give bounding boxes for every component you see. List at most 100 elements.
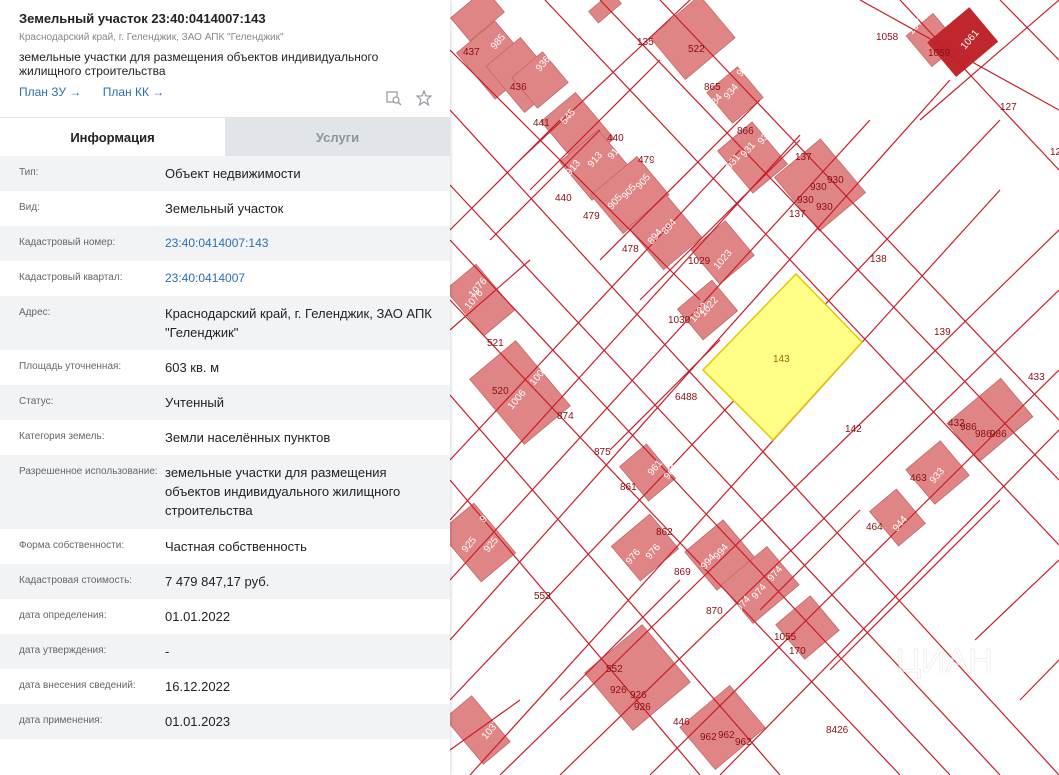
info-panel: Земельный участок 23:40:0414007:143 Крас… — [0, 0, 450, 775]
row-value: Учтенный — [165, 395, 225, 410]
parcel-label: 930 — [816, 202, 833, 213]
parcel-label: 520 — [492, 386, 509, 397]
parcel-label: 479 — [583, 211, 600, 222]
parcel-label: 926 — [634, 702, 651, 713]
tab-bar: Информация Услуги — [0, 117, 450, 156]
parcel-label: 1059 — [928, 48, 951, 59]
row-value: 16.12.2022 — [165, 679, 231, 694]
row-value-link[interactable]: 23:40:0414007:143 — [165, 234, 438, 261]
parcel-label: 861 — [620, 482, 637, 493]
parcel-label: 962 — [718, 730, 735, 741]
info-row: Форма собственности: Частная собственност… — [0, 529, 450, 564]
plan-zu-link[interactable]: План ЗУ → — [19, 85, 81, 99]
row-label: дата утверждения: — [19, 645, 107, 656]
parcel-label: 875 — [594, 447, 611, 458]
row-label: Вид: — [19, 202, 40, 213]
star-icon[interactable] — [415, 89, 433, 107]
parcel-label: 1030 — [668, 315, 691, 326]
row-label: дата применения: — [19, 715, 103, 726]
watermark: ЦИАН — [896, 642, 993, 680]
parcel-label: 6488 — [675, 392, 698, 403]
row-value: Частная собственность — [165, 539, 307, 554]
parcel-label: 137 — [789, 209, 806, 220]
row-value: 01.01.2023 — [165, 714, 231, 729]
info-row: Разрешенное использование: земельные учас… — [0, 455, 450, 529]
parcel-label: 1029 — [688, 256, 711, 267]
parcel-label: 869 — [674, 567, 691, 578]
row-value: 603 кв. м — [165, 360, 220, 375]
info-table: Тип: Объект недвижимости Вид: Земельный уча… — [0, 156, 450, 739]
row-value: - — [165, 644, 170, 659]
parcel-label: 1058 — [876, 32, 899, 43]
parcel-label: 930 — [827, 175, 844, 186]
parcel-label: 139 — [934, 327, 951, 338]
info-row: дата внесения сведений: 16.12.2022 — [0, 669, 450, 704]
parcel-label: 463 — [910, 473, 927, 484]
row-value: Объект недвижимости — [165, 166, 301, 181]
plan-kk-link[interactable]: План КК → — [103, 85, 165, 99]
parcel-label: 986 — [990, 429, 1007, 440]
parcel-label: 138 — [870, 254, 887, 265]
info-row: дата определения: 01.01.2022 — [0, 599, 450, 634]
info-row: Статус: Учтенный — [0, 385, 450, 420]
parcel-label: 553 — [534, 591, 551, 602]
parcel-label: 926 — [610, 685, 627, 696]
panel-header: Земельный участок 23:40:0414007:143 Крас… — [0, 0, 450, 107]
parcel-label: 962 — [735, 737, 752, 748]
row-value: Земли населённых пунктов — [165, 430, 331, 445]
info-row: Кадастровая стоимость: 7 479 847,17 руб. — [0, 564, 450, 599]
row-label: дата внесения сведений: — [19, 680, 136, 691]
info-row: дата утверждения: - — [0, 634, 450, 669]
parcel-label: 862 — [656, 527, 673, 538]
parcel-label: 478 — [622, 244, 639, 255]
parcel-label: 436 — [510, 82, 527, 93]
info-row: Площадь уточненная: 603 кв. м — [0, 350, 450, 385]
info-row: Кадастровый квартал: 23:40:0414007 — [0, 261, 450, 296]
parcel-label: 170 — [789, 646, 806, 657]
info-row: Тип: Объект недвижимости — [0, 156, 450, 191]
row-label: Категория земель: — [19, 431, 105, 442]
row-value-link[interactable]: 23:40:0414007 — [165, 269, 438, 296]
parcel-label: 137 — [795, 152, 812, 163]
header-links: План ЗУ → План КК → — [19, 84, 432, 100]
tab-information[interactable]: Информация — [0, 117, 225, 156]
parcel-label: 437 — [463, 47, 480, 58]
tab-services[interactable]: Услуги — [225, 117, 450, 156]
parcel-label: 464 — [866, 522, 883, 533]
parcel-label: 865 — [704, 82, 721, 93]
info-row: Адрес: Краснодарский край, г. Геленджик, … — [0, 296, 450, 350]
parcel-label: 433 — [1028, 372, 1045, 383]
parcel-label: 127 — [1000, 102, 1017, 113]
parcel-label: 962 — [700, 732, 717, 743]
row-label: Площадь уточненная: — [19, 361, 122, 372]
parcel-label: 12 — [1050, 147, 1059, 158]
row-label: Форма собственности: — [19, 540, 125, 551]
parcel-label: 552 — [606, 664, 623, 675]
parcel-label: 866 — [737, 126, 754, 137]
parcel-label: 870 — [706, 606, 723, 617]
parcel-label: 441 — [533, 118, 550, 129]
selected-parcel-label: 143 — [773, 354, 790, 365]
row-label: Кадастровый квартал: — [19, 272, 123, 283]
row-value: Краснодарский край, г. Геленджик, ЗАО АП… — [165, 306, 432, 340]
row-value: земельные участки для размещения объекто… — [165, 465, 401, 518]
header-purpose: земельные участки для размещения объекто… — [19, 50, 379, 78]
row-label: Тип: — [19, 167, 39, 178]
parcel-label: 930 — [797, 195, 814, 206]
page-title: Земельный участок 23:40:0414007:143 — [19, 11, 266, 26]
parcel-label: 135 — [637, 37, 654, 48]
row-label: Разрешенное использование: — [19, 466, 158, 477]
parcel-label: 522 — [688, 44, 705, 55]
parcel-label: 1055 — [774, 632, 797, 643]
row-label: Статус: — [19, 396, 54, 407]
parcel-label: 521 — [487, 338, 504, 349]
row-value: 01.01.2022 — [165, 609, 231, 624]
row-label: дата определения: — [19, 610, 107, 621]
row-value: 7 479 847,17 руб. — [165, 574, 270, 589]
info-row: Вид: Земельный участок — [0, 191, 450, 226]
map-search-icon[interactable] — [386, 90, 402, 106]
parcel-label: 874 — [557, 411, 574, 422]
parcel-label: 8426 — [826, 725, 849, 736]
info-row: дата применения: 01.01.2023 — [0, 704, 450, 739]
header-address: Краснодарский край, г. Геленджик, ЗАО АП… — [19, 32, 284, 43]
